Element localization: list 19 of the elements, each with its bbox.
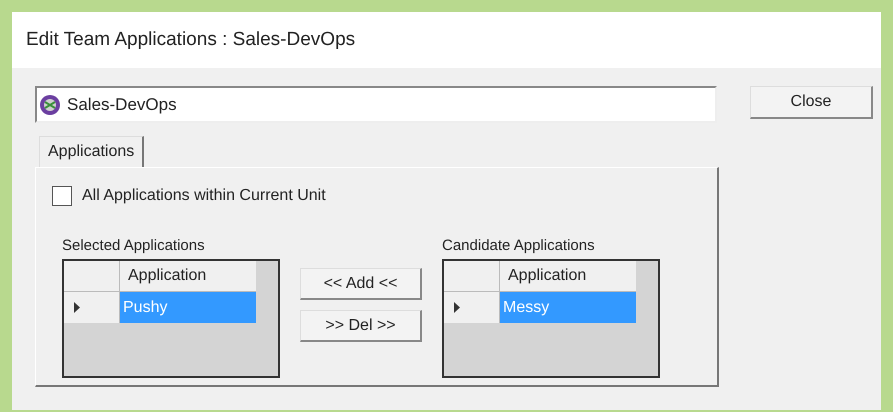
- window-title: Edit Team Applications : Sales-DevOps: [26, 28, 356, 52]
- current-row-icon: [74, 302, 80, 313]
- move-button[interactable]: << Add <<: [300, 268, 422, 300]
- checkbox[interactable]: [52, 186, 72, 206]
- team-name-field[interactable]: Sales-DevOps: [35, 86, 717, 123]
- row-header-corner: [64, 261, 120, 292]
- row-header-corner: [444, 261, 500, 292]
- column-header: Application: [120, 261, 256, 292]
- close-button[interactable]: Close: [750, 86, 873, 119]
- current-row-icon: [454, 302, 460, 313]
- row-header[interactable]: [444, 292, 500, 323]
- move-button[interactable]: >> Del >>: [300, 310, 422, 342]
- column-header: Application: [500, 261, 636, 292]
- team-icon: [39, 94, 61, 116]
- tab[interactable]: Applications: [39, 136, 144, 167]
- grid-title: Selected Applications: [62, 238, 206, 253]
- checkbox-label: All Applications within Current Unit: [82, 186, 326, 206]
- row-header[interactable]: [64, 292, 120, 323]
- grid-title: Candidate Applications: [442, 238, 596, 253]
